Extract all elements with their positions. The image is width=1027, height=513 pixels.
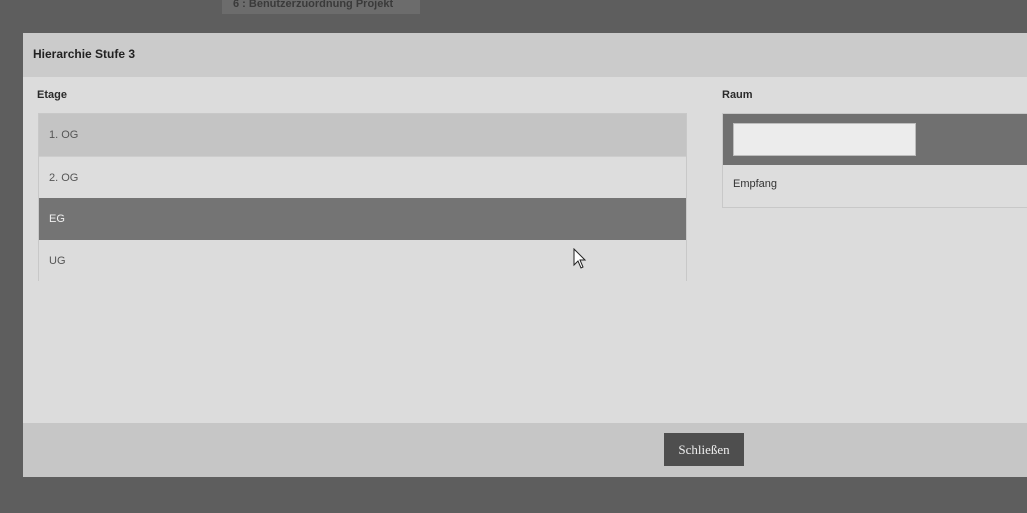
- etage-item-1-og[interactable]: 1. OG: [39, 114, 686, 156]
- etage-list: 1. OG 2. OG EG UG: [38, 113, 687, 282]
- page: 6 : Benutzerzuordnung Projekt Hierarchie…: [0, 0, 1027, 513]
- background-tab: 6 : Benutzerzuordnung Projekt: [222, 0, 420, 14]
- raum-item-empfang[interactable]: Empfang: [733, 178, 777, 190]
- close-button[interactable]: Schließen: [664, 433, 744, 466]
- raum-list: Empfang: [722, 113, 1027, 208]
- dialog-header: Hierarchie Stufe 3: [23, 33, 1027, 77]
- dialog-title: Hierarchie Stufe 3: [33, 47, 136, 61]
- raum-filter-bar: [723, 114, 1027, 165]
- mouse-cursor-icon: [573, 248, 587, 269]
- etage-item-2-og[interactable]: 2. OG: [39, 156, 686, 198]
- raum-filter-input[interactable]: [733, 123, 916, 156]
- dialog-footer: Schließen: [23, 423, 1027, 477]
- hierarchy-dialog: Hierarchie Stufe 3 Etage Raum 1. OG 2. O…: [23, 33, 1027, 477]
- etage-item-eg[interactable]: EG: [39, 198, 686, 240]
- raum-label: Raum: [722, 89, 753, 101]
- etage-label: Etage: [37, 89, 67, 101]
